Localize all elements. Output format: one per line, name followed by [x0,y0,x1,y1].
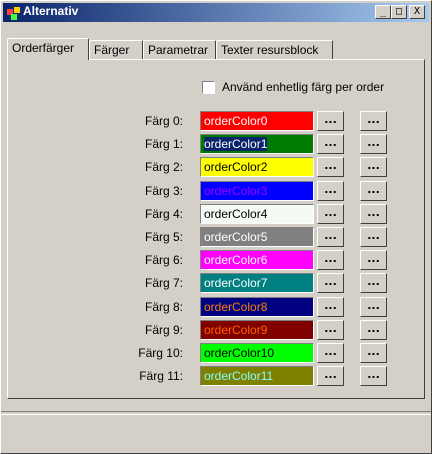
color-row: Färg 8: orderColor8...... [1,297,421,317]
background-color-button[interactable]: ... [317,273,344,293]
color-name: orderColor7 [204,276,268,290]
color-row: Färg 9: orderColor9...... [1,320,421,340]
separator [1,411,431,415]
color-row: Färg 10: orderColor10...... [1,343,421,363]
color-label: Färg 4: [144,207,183,221]
background-color-button[interactable]: ... [317,366,344,386]
background-color-button[interactable]: ... [317,250,344,270]
color-name: orderColor0 [204,114,268,128]
color-row: Färg 2: orderColor2...... [1,157,421,177]
color-row: Färg 7: orderColor7...... [1,273,421,293]
color-swatch[interactable]: orderColor0 [200,111,314,131]
text-color-button[interactable]: ... [360,181,387,201]
text-color-button[interactable]: ... [360,227,387,247]
text-color-button[interactable]: ... [360,320,387,340]
color-name: orderColor11 [204,369,274,383]
color-swatch[interactable]: orderColor9 [200,320,314,340]
color-name: orderColor4 [204,207,268,221]
close-button[interactable]: X [409,5,425,19]
uniform-color-checkbox[interactable] [202,81,215,94]
color-swatch[interactable]: orderColor11 [200,366,314,386]
color-label: Färg 9: [144,323,183,337]
color-label: Färg 7: [144,276,183,290]
background-color-button[interactable]: ... [317,111,344,131]
tab-texter-resursblock[interactable]: Texter resursblock [216,40,333,59]
window-title: Alternativ [23,4,79,18]
color-row: Färg 1: orderColor1...... [1,134,421,154]
tab-orderfarger[interactable]: Orderfärger [7,38,89,60]
color-label: Färg 11: [139,369,183,383]
color-swatch[interactable]: orderColor10 [200,343,314,363]
color-name: orderColor8 [204,300,268,314]
color-swatch[interactable]: orderColor7 [200,273,314,293]
color-row: Färg 11: orderColor11...... [1,366,421,386]
background-color-button[interactable]: ... [317,227,344,247]
color-row: Färg 4: orderColor4...... [1,204,421,224]
background-color-button[interactable]: ... [317,204,344,224]
color-swatch[interactable]: orderColor5 [200,227,314,247]
color-name: orderColor2 [204,160,268,174]
color-label: Färg 5: [144,230,183,244]
color-label: Färg 10: [138,346,183,360]
background-color-button[interactable]: ... [317,157,344,177]
tab-parametrar[interactable]: Parametrar [143,40,216,59]
text-color-button[interactable]: ... [360,273,387,293]
text-color-button[interactable]: ... [360,134,387,154]
color-label: Färg 8: [144,300,183,314]
text-color-button[interactable]: ... [360,297,387,317]
title-bar[interactable]: Alternativ _ □ X [3,3,429,22]
color-swatch[interactable]: orderColor4 [200,204,314,224]
text-color-button[interactable]: ... [360,366,387,386]
color-name: orderColor10 [204,346,275,360]
text-color-button[interactable]: ... [360,111,387,131]
color-label: Färg 6: [144,253,183,267]
app-icon [7,7,20,20]
background-color-button[interactable]: ... [317,181,344,201]
options-window: Alternativ _ □ X Orderfärger Färger Para… [0,0,432,454]
color-name: orderColor3 [204,184,268,198]
color-swatch[interactable]: orderColor8 [200,297,314,317]
maximize-button[interactable]: □ [391,5,407,19]
color-row: Färg 3: orderColor3...... [1,181,421,201]
color-row: Färg 0: orderColor0...... [1,111,421,131]
color-name: orderColor5 [204,230,268,244]
color-swatch[interactable]: orderColor3 [200,181,314,201]
text-color-button[interactable]: ... [360,250,387,270]
background-color-button[interactable]: ... [317,343,344,363]
tab-farger[interactable]: Färger [89,40,143,59]
color-label: Färg 2: [144,160,183,174]
color-label: Färg 1: [144,137,183,151]
color-row: Färg 6: orderColor6...... [1,250,421,270]
uniform-color-label: Använd enhetlig färg per order [222,80,385,94]
color-label: Färg 0: [144,114,183,128]
color-name: orderColor6 [204,253,268,267]
color-swatch[interactable]: orderColor2 [200,157,314,177]
color-row: Färg 5: orderColor5...... [1,227,421,247]
background-color-button[interactable]: ... [317,320,344,340]
color-swatch[interactable]: orderColor1 [200,134,314,154]
background-color-button[interactable]: ... [317,134,344,154]
text-color-button[interactable]: ... [360,204,387,224]
color-swatch[interactable]: orderColor6 [200,250,314,270]
minimize-button[interactable]: _ [375,5,391,19]
color-label: Färg 3: [144,184,183,198]
text-color-button[interactable]: ... [360,157,387,177]
text-color-button[interactable]: ... [360,343,387,363]
color-name: orderColor9 [204,323,268,337]
color-name: orderColor1 [204,137,268,151]
background-color-button[interactable]: ... [317,297,344,317]
